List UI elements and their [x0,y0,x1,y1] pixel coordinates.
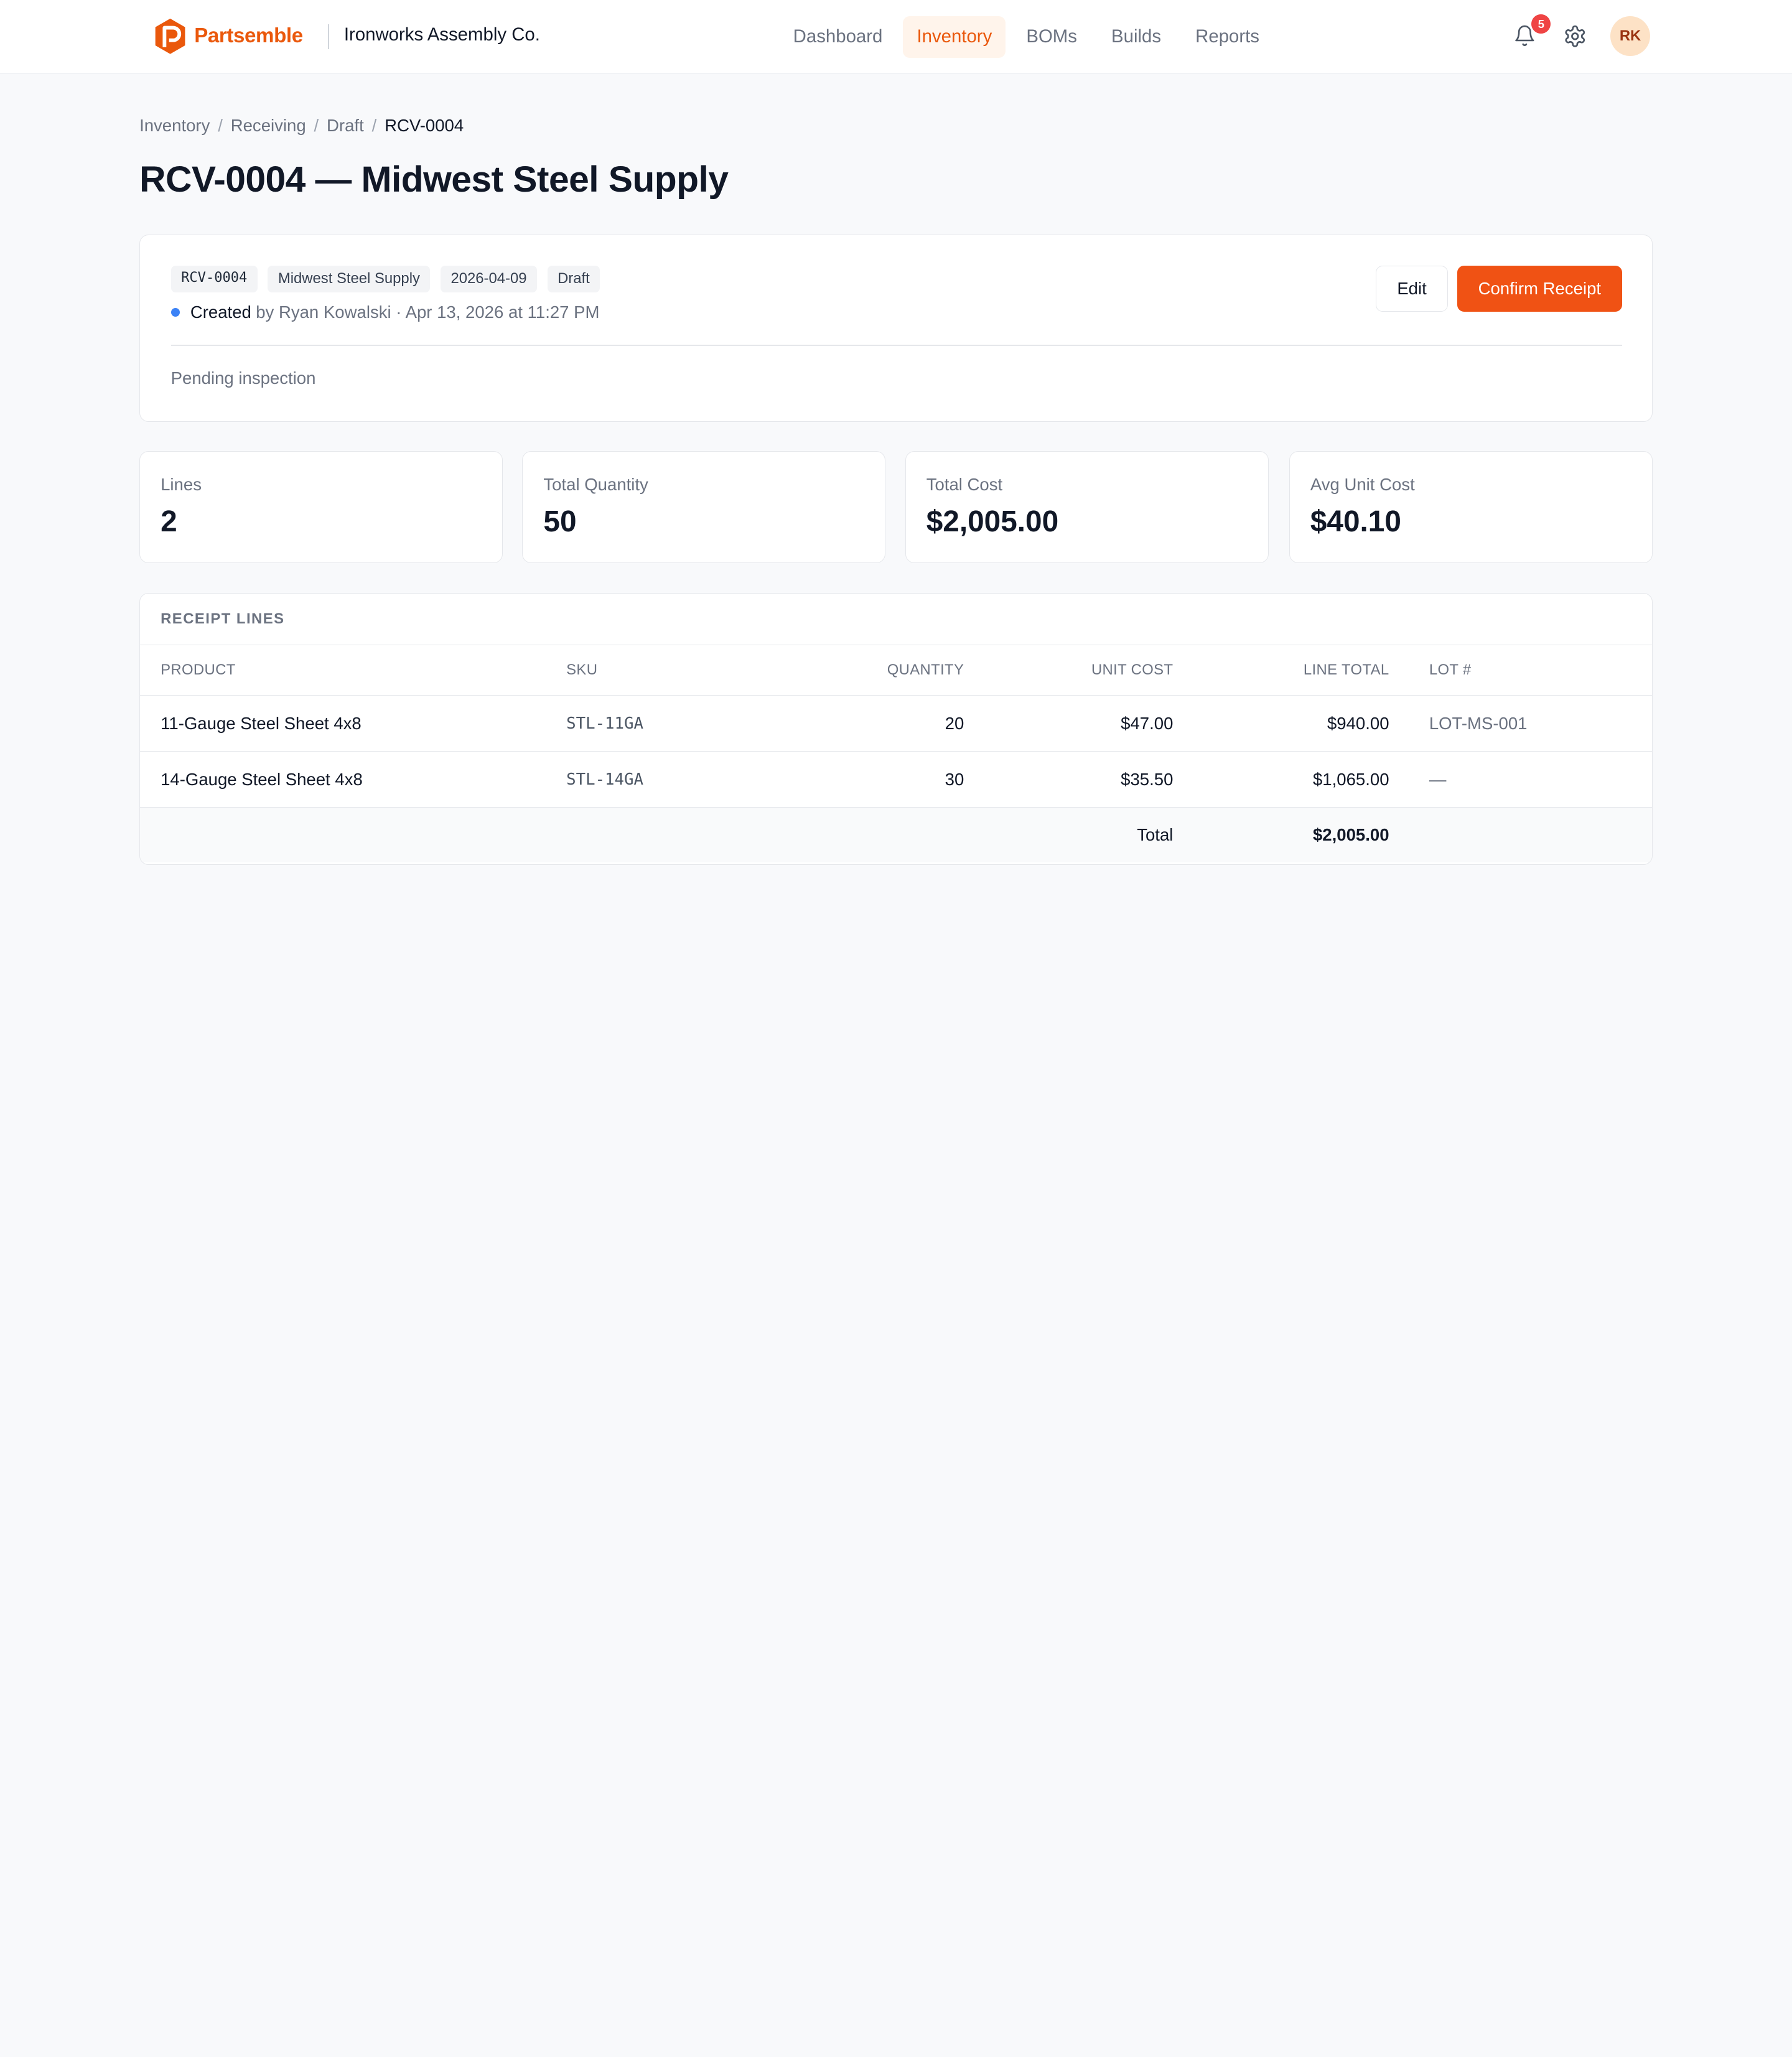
brand-divider [328,24,329,49]
topbar-actions: 5 RK [1510,14,1651,56]
receipt-tags: RCV-0004 Midwest Steel Supply 2026-04-09… [170,266,600,292]
unit-cost-cell: $47.00 [964,695,1174,752]
line-total-cell: $940.00 [1173,695,1389,752]
total-spacer-cell [785,807,964,862]
stat-label: Avg Unit Cost [1310,475,1415,495]
brand-name: Partsemble [194,24,303,47]
column-header-lot: LOT # [1389,645,1652,696]
unit-cost-cell: $35.50 [964,751,1174,808]
nav-item-dashboard[interactable]: Dashboard [780,16,897,58]
created-status-line: Created by Ryan Kowalski · Apr 13, 2026 … [170,302,600,322]
stat-value: 50 [543,505,577,538]
receipt-actions: Edit Confirm Receipt [1376,266,1623,312]
table-row[interactable]: 11-Gauge Steel Sheet 4x8 STL-11GA 20 $47… [140,695,1652,752]
page-title: RCV-0004 — Midwest Steel Supply [139,159,729,200]
stat-card-total-quantity: Total Quantity 50 [522,451,886,564]
stat-card-lines: Lines 2 [139,451,503,564]
breadcrumb-inventory[interactable]: Inventory [139,116,210,136]
status-detail: by Ryan Kowalski · Apr 13, 2026 at 11:27… [256,302,600,322]
supplier-chip: Midwest Steel Supply [268,266,431,292]
sku-cell: STL-11GA [566,695,786,752]
gear-icon [1565,25,1585,47]
main-nav: Dashboard Inventory BOMs Builds Reports [780,16,1280,58]
stat-label: Total Quantity [543,475,648,495]
quantity-cell: 30 [785,751,964,808]
top-navigation-bar: Partsemble Ironworks Assembly Co. Dashbo… [0,0,1792,73]
settings-button[interactable] [1560,21,1590,51]
breadcrumb-separator: / [371,115,377,135]
nav-item-inventory[interactable]: Inventory [903,16,1006,58]
total-spacer-cell [566,807,786,862]
line-total-cell: $1,065.00 [1173,751,1389,808]
breadcrumb-separator: / [314,115,319,135]
lot-cell: — [1389,751,1652,808]
user-avatar[interactable]: RK [1610,16,1651,56]
brand-logo-link[interactable]: Partsemble [153,17,303,55]
company-name: Ironworks Assembly Co. [343,24,540,45]
status-chip: Draft [547,266,600,292]
breadcrumb-draft[interactable]: Draft [327,116,364,136]
date-chip: 2026-04-09 [440,266,538,292]
quantity-cell: 20 [785,695,964,752]
receipt-lines-table: PRODUCT SKU QUANTITY UNIT COST LINE TOTA… [140,645,1652,862]
stat-value: 2 [161,505,177,538]
notification-count-badge: 5 [1531,14,1551,34]
lot-cell: LOT-MS-001 [1389,695,1652,752]
stat-label: Total Cost [926,475,1003,495]
sku-cell: STL-14GA [566,751,786,808]
column-header-line-total: LINE TOTAL [1173,645,1389,696]
nav-item-boms[interactable]: BOMs [1012,16,1091,58]
receipt-note: Pending inspection [170,368,316,388]
card-divider [170,344,1623,346]
stat-value: $40.10 [1310,505,1401,538]
total-spacer-cell [1389,807,1652,862]
column-header-unit-cost: UNIT COST [964,645,1174,696]
total-spacer-cell [140,807,567,862]
status-label: Created [190,302,251,322]
stat-value: $2,005.00 [926,505,1059,538]
stat-card-total-cost: Total Cost $2,005.00 [905,451,1269,564]
stat-label: Lines [161,475,202,495]
nav-item-reports[interactable]: Reports [1182,16,1273,58]
breadcrumb-receiving[interactable]: Receiving [231,116,306,136]
column-header-sku: SKU [566,645,786,696]
total-value: $2,005.00 [1173,807,1389,862]
receipt-lines-title: RECEIPT LINES [140,594,1652,645]
confirm-receipt-button[interactable]: Confirm Receipt [1457,266,1623,312]
partsemble-logo-icon [155,18,185,54]
status-dot-icon [170,307,180,317]
product-cell: 14-Gauge Steel Sheet 4x8 [140,751,567,808]
receipt-summary-card: RCV-0004 Midwest Steel Supply 2026-04-09… [139,234,1653,422]
breadcrumb-separator: / [218,115,223,135]
table-row[interactable]: 14-Gauge Steel Sheet 4x8 STL-14GA 30 $35… [140,751,1652,808]
nav-item-builds[interactable]: Builds [1098,16,1175,58]
notifications-button[interactable]: 5 [1510,14,1551,51]
breadcrumb-current: RCV-0004 [385,115,464,135]
column-header-product: PRODUCT [140,645,567,696]
receipt-lines-card: RECEIPT LINES PRODUCT SKU QUANTITY UNIT … [139,593,1653,865]
product-cell: 11-Gauge Steel Sheet 4x8 [140,695,567,752]
total-label: Total [964,807,1174,862]
table-total-row: Total $2,005.00 [140,807,1652,862]
table-header-row: PRODUCT SKU QUANTITY UNIT COST LINE TOTA… [140,645,1652,696]
receipt-id-chip: RCV-0004 [170,266,258,292]
breadcrumb: Inventory / Receiving / Draft / RCV-0004 [139,116,464,136]
edit-button[interactable]: Edit [1376,266,1448,312]
column-header-quantity: QUANTITY [785,645,964,696]
stat-card-avg-unit-cost: Avg Unit Cost $40.10 [1289,451,1653,564]
